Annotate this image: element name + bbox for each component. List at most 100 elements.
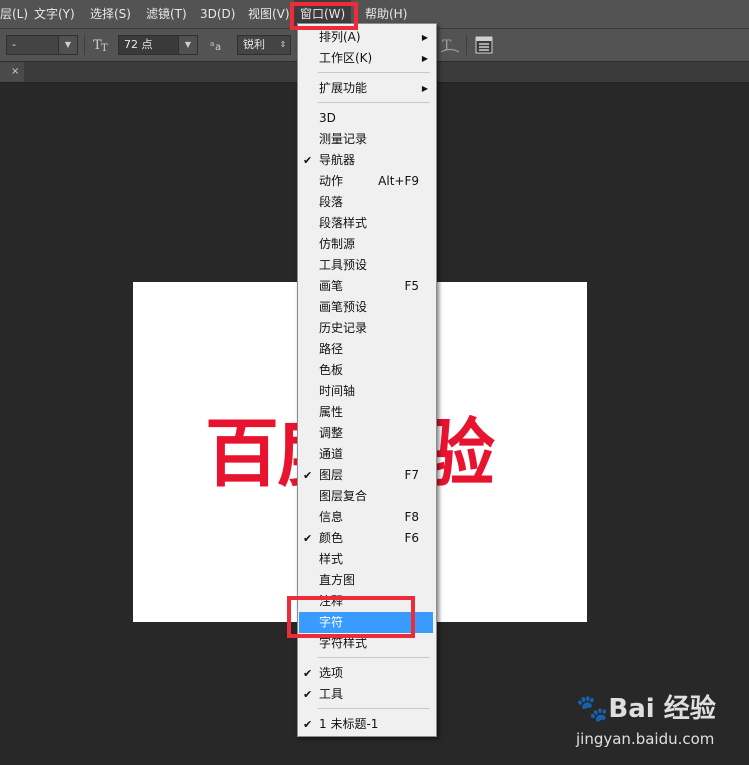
menu-item-9[interactable]: 段落样式 <box>299 213 435 234</box>
menu-item-19[interactable]: 调整 <box>299 423 435 444</box>
menu-item-11[interactable]: 工具预设 <box>299 255 435 276</box>
check-icon: ✔ <box>303 469 313 482</box>
menu-item-14[interactable]: 历史记录 <box>299 318 435 339</box>
check-icon: ✔ <box>303 688 313 701</box>
antialias-value: 锐利 <box>243 38 265 51</box>
divider <box>466 35 467 55</box>
menu-separator <box>318 657 430 658</box>
font-style-select[interactable]: - ▼ <box>6 35 78 55</box>
divider <box>84 35 85 55</box>
menu-item-31[interactable]: ✔ 工具 <box>299 684 435 705</box>
antialias-select[interactable]: 锐利 ⇕ <box>237 35 291 55</box>
antialias-icon: a a <box>210 38 226 55</box>
menu-item-label: 工作区(K) <box>319 51 373 65</box>
menu-item-shortcut: F6 <box>404 531 419 545</box>
menu-item-22[interactable]: 图层复合 <box>299 486 435 507</box>
menu-item-shortcut: F8 <box>404 510 419 524</box>
menu-item-1[interactable]: 排列(A) ▶ <box>299 27 435 48</box>
menu-item-label: 1 未标题-1 <box>319 717 379 731</box>
svg-text:a: a <box>210 40 214 48</box>
check-icon: ✔ <box>303 154 313 167</box>
menu-item-label: 扩展功能 <box>319 81 368 95</box>
menu-type[interactable]: 文字(Y) <box>34 0 75 28</box>
document-tab[interactable]: × <box>0 62 24 82</box>
menu-item-24[interactable]: ✔ 颜色 F6 <box>299 528 435 549</box>
menu-item-8[interactable]: 段落 <box>299 192 435 213</box>
submenu-arrow-icon: ▶ <box>421 33 428 42</box>
menu-item-label: 历史记录 <box>319 321 368 335</box>
menu-item-label: 样式 <box>319 552 344 566</box>
menu-item-25[interactable]: 样式 <box>299 549 435 570</box>
menu-item-17[interactable]: 时间轴 <box>299 381 435 402</box>
menu-item-2[interactable]: 工作区(K) ▶ <box>299 48 435 69</box>
menu-item-10[interactable]: 仿制源 <box>299 234 435 255</box>
menu-item-6[interactable]: ✔ 导航器 <box>299 150 435 171</box>
menu-item-21[interactable]: ✔ 图层 F7 <box>299 465 435 486</box>
menu-item-label: 段落样式 <box>319 216 368 230</box>
menu-separator <box>318 72 430 73</box>
menu-item-13[interactable]: 画笔预设 <box>299 297 435 318</box>
menu-item-label: 时间轴 <box>319 384 356 398</box>
menu-item-3[interactable]: 扩展功能 ▶ <box>299 78 435 99</box>
menu-item-label: 仿制源 <box>319 237 356 251</box>
menu-layer[interactable]: 层(L) <box>0 0 28 28</box>
menu-item-label: 画笔 <box>319 279 344 293</box>
watermark-logo-text: Bai 经验 <box>608 694 716 724</box>
menu-item-15[interactable]: 路径 <box>299 339 435 360</box>
menu-item-16[interactable]: 色板 <box>299 360 435 381</box>
font-style-value: - <box>12 38 16 51</box>
warp-text-icon[interactable]: T <box>440 35 460 58</box>
menu-item-label: 图层 <box>319 468 344 482</box>
menu-item-label: 信息 <box>319 510 344 524</box>
character-panel-icon[interactable] <box>475 36 493 57</box>
menu-item-32[interactable]: ✔ 1 未标题-1 <box>299 714 435 735</box>
svg-text:T: T <box>101 43 108 54</box>
menu-item-label: 直方图 <box>319 573 356 587</box>
menu-item-label: 导航器 <box>319 153 356 167</box>
check-icon: ✔ <box>303 718 313 731</box>
menu-item-label: 颜色 <box>319 531 344 545</box>
menu-item-shortcut: F5 <box>404 279 419 293</box>
menu-item-label: 工具预设 <box>319 258 368 272</box>
menu-separator <box>318 102 430 103</box>
menu-item-label: 工具 <box>319 687 344 701</box>
menu-item-23[interactable]: 信息 F8 <box>299 507 435 528</box>
menu-item-label: 路径 <box>319 342 344 356</box>
close-icon[interactable]: × <box>11 62 19 82</box>
font-size-value: 72 点 <box>124 38 153 51</box>
highlight-box-window-menu <box>290 2 358 30</box>
check-icon: ✔ <box>303 667 313 680</box>
chevron-down-icon: ▼ <box>58 36 77 54</box>
menu-view[interactable]: 视图(V) <box>248 0 290 28</box>
menu-select[interactable]: 选择(S) <box>90 0 131 28</box>
submenu-arrow-icon: ▶ <box>421 54 428 63</box>
check-icon: ✔ <box>303 532 313 545</box>
menu-item-label: 动作 <box>319 174 344 188</box>
menu-item-label: 属性 <box>319 405 344 419</box>
chevron-down-icon: ▼ <box>178 36 197 54</box>
font-size-select[interactable]: 72 点 ▼ <box>118 35 198 55</box>
menu-item-7[interactable]: 动作 Alt+F9 <box>299 171 435 192</box>
menu-item-shortcut: Alt+F9 <box>378 174 419 188</box>
watermark-url: jingyan.baidu.com <box>576 730 715 748</box>
menu-item-18[interactable]: 属性 <box>299 402 435 423</box>
menu-item-26[interactable]: 直方图 <box>299 570 435 591</box>
menu-item-label: 图层复合 <box>319 489 368 503</box>
watermark-logo: 🐾Bai 经验 <box>576 694 716 724</box>
submenu-arrow-icon: ▶ <box>421 84 428 93</box>
menu-item-4[interactable]: 3D <box>299 108 435 129</box>
menu-item-label: 测量记录 <box>319 132 368 146</box>
menu-item-label: 3D <box>319 111 336 125</box>
menu-item-label: 调整 <box>319 426 344 440</box>
menu-item-label: 通道 <box>319 447 344 461</box>
menu-item-30[interactable]: ✔ 选项 <box>299 663 435 684</box>
menu-3d[interactable]: 3D(D) <box>200 0 235 28</box>
menu-item-12[interactable]: 画笔 F5 <box>299 276 435 297</box>
menu-item-label: 色板 <box>319 363 344 377</box>
menu-filter[interactable]: 滤镜(T) <box>146 0 187 28</box>
menu-item-20[interactable]: 通道 <box>299 444 435 465</box>
menu-separator <box>318 708 430 709</box>
menu-item-label: 画笔预设 <box>319 300 368 314</box>
highlight-box-character-item <box>287 596 415 638</box>
menu-item-5[interactable]: 测量记录 <box>299 129 435 150</box>
